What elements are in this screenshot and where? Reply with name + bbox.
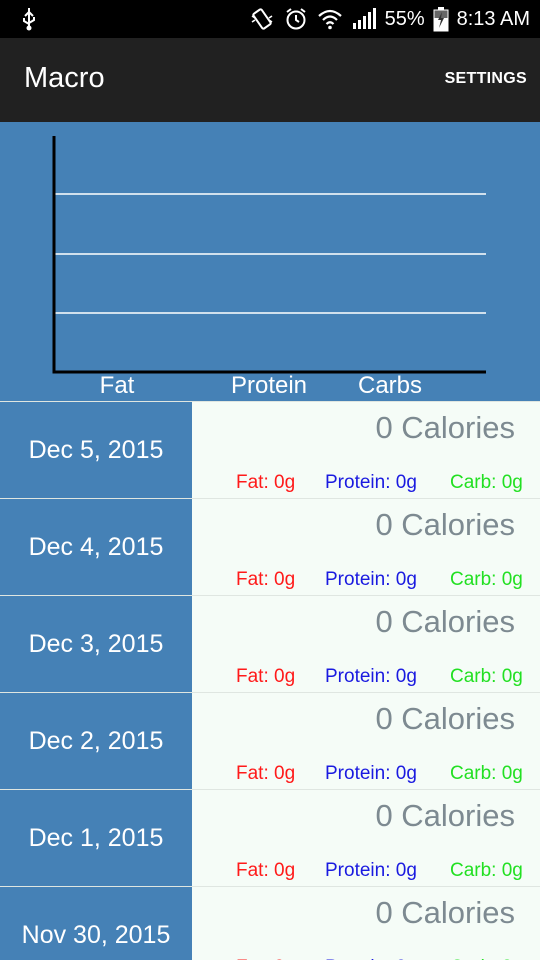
day-summary: 0 Calories Fat: 0g Protein: 0g Carb: 0g <box>192 402 540 499</box>
protein-grams: Protein: 0g <box>325 666 417 687</box>
day-summary: 0 Calories Fat: 0g Protein: 0g Carb: 0g <box>192 499 540 596</box>
carb-grams: Carb: 0g <box>450 860 523 881</box>
fat-grams: Fat: 0g <box>236 569 296 590</box>
day-row[interactable]: Dec 3, 2015 0 Calories Fat: 0g Protein: … <box>0 595 540 693</box>
day-row[interactable]: Dec 2, 2015 0 Calories Fat: 0g Protein: … <box>0 692 540 790</box>
day-summary: 0 Calories Fat: 0g Protein: 0g Carb: 0g <box>192 790 540 887</box>
wifi-icon <box>317 9 342 30</box>
macro-chart: Fat Protein Carbs <box>0 122 540 401</box>
day-date: Dec 4, 2015 <box>0 499 192 596</box>
calories-total: 0 Calories <box>375 507 515 542</box>
protein-grams: Protein: 0g <box>325 472 417 493</box>
day-row[interactable]: Dec 5, 2015 0 Calories Fat: 0g Protein: … <box>0 401 540 499</box>
fat-grams: Fat: 0g <box>236 666 296 687</box>
chart-tick-label: Protein <box>230 372 308 399</box>
day-date: Dec 5, 2015 <box>0 402 192 499</box>
day-date: Dec 2, 2015 <box>0 693 192 790</box>
carb-grams: Carb: 0g <box>450 666 523 687</box>
day-summary: 0 Calories Fat: 0g Protein: 0g Carb: 0g <box>192 887 540 960</box>
settings-button[interactable]: SETTINGS <box>445 70 527 88</box>
app-title: Macro <box>24 62 105 94</box>
calories-total: 0 Calories <box>375 604 515 639</box>
protein-grams: Protein: 0g <box>325 763 417 784</box>
vibrate-icon <box>251 8 273 30</box>
day-summary: 0 Calories Fat: 0g Protein: 0g Carb: 0g <box>192 596 540 693</box>
clock: 8:13 AM <box>456 7 530 30</box>
status-bar: 55% 8:13 AM <box>0 0 540 38</box>
day-row[interactable]: Dec 4, 2015 0 Calories Fat: 0g Protein: … <box>0 498 540 596</box>
chart-tick-label: Fat <box>99 372 135 399</box>
day-date: Dec 1, 2015 <box>0 790 192 887</box>
chart-tick-label: Carbs <box>357 372 423 399</box>
carb-grams: Carb: 0g <box>450 763 523 784</box>
day-row[interactable]: Dec 1, 2015 0 Calories Fat: 0g Protein: … <box>0 789 540 887</box>
calories-total: 0 Calories <box>375 798 515 833</box>
fat-grams: Fat: 0g <box>236 763 296 784</box>
battery-icon <box>433 7 449 32</box>
alarm-icon <box>285 8 306 30</box>
fat-grams: Fat: 0g <box>236 472 296 493</box>
protein-grams: Protein: 0g <box>325 860 417 881</box>
battery-percent: 55% <box>384 7 425 30</box>
day-date: Nov 30, 2015 <box>0 887 192 960</box>
action-bar: Macro SETTINGS <box>0 38 540 122</box>
signal-icon <box>352 8 376 29</box>
macro-bar-chart <box>52 136 486 374</box>
day-summary: 0 Calories Fat: 0g Protein: 0g Carb: 0g <box>192 693 540 790</box>
day-row[interactable]: Nov 30, 2015 0 Calories Fat: 0g Protein:… <box>0 886 540 960</box>
carb-grams: Carb: 0g <box>450 472 523 493</box>
protein-grams: Protein: 0g <box>325 569 417 590</box>
calories-total: 0 Calories <box>375 701 515 736</box>
calories-total: 0 Calories <box>375 895 515 930</box>
usb-icon <box>23 8 35 31</box>
day-list[interactable]: Dec 5, 2015 0 Calories Fat: 0g Protein: … <box>0 401 540 960</box>
calories-total: 0 Calories <box>375 410 515 445</box>
carb-grams: Carb: 0g <box>450 569 523 590</box>
fat-grams: Fat: 0g <box>236 860 296 881</box>
day-date: Dec 3, 2015 <box>0 596 192 693</box>
